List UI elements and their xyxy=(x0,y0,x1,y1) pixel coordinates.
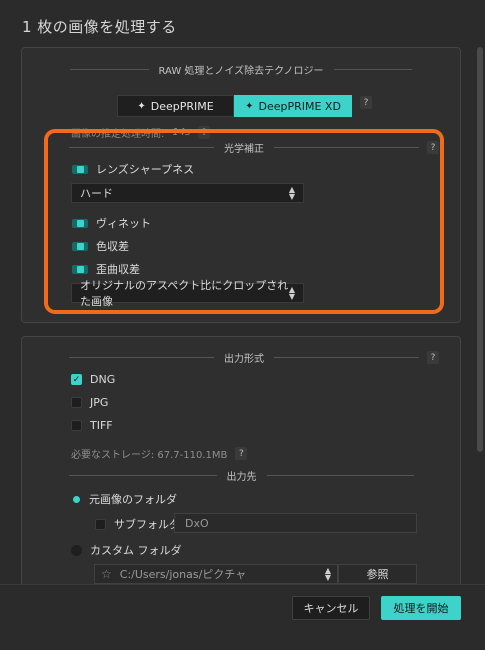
sharpness-select[interactable]: ハード ▲ ▼ xyxy=(71,183,304,203)
output-section-header: 出力形式 ? xyxy=(69,350,439,365)
estimate-value: 14s xyxy=(172,127,191,138)
optics-section-header: 光学補正 ? xyxy=(69,140,439,155)
format-tiff-label: TIFF xyxy=(90,419,113,432)
sparkle-icon: ✦ xyxy=(137,100,146,112)
format-jpg-checkbox[interactable] xyxy=(71,397,82,408)
raw-help-icon[interactable]: ? xyxy=(360,96,372,109)
subfolder-row[interactable]: サブフォルダ xyxy=(95,516,180,532)
browse-label: 参照 xyxy=(366,568,389,581)
chromatic-label: 色収差 xyxy=(96,240,129,253)
estimate-help-icon[interactable]: ? xyxy=(198,126,211,139)
format-dng-checkbox[interactable]: ✓ xyxy=(71,374,82,385)
storage-info: 必要なストレージ: 67.7-110.1MB ? xyxy=(71,446,248,461)
updown-arrows-icon: ▲ ▼ xyxy=(288,185,295,201)
dest-original-label: 元画像のフォルダ xyxy=(89,493,177,506)
sharpness-label: レンズシャープネス xyxy=(96,163,195,176)
subfolder-checkbox[interactable] xyxy=(95,518,106,530)
cancel-button[interactable]: キャンセル xyxy=(292,596,370,620)
subfolder-input-text: DxO xyxy=(185,516,209,530)
mode-deepprime-button[interactable]: ✦ DeepPRIME xyxy=(117,95,234,117)
dialog-title: 1 枚の画像を処理する xyxy=(22,18,177,36)
updown-arrows-icon: ▲ ▼ xyxy=(288,285,295,301)
raw-section-title: RAW 処理とノイズ除去テクノロジー xyxy=(158,66,324,77)
updown-arrows-icon: ▲ ▼ xyxy=(324,566,331,582)
format-dng-row[interactable]: ✓ DNG xyxy=(71,373,115,386)
vignetting-toggle-row[interactable]: ヴィネット xyxy=(72,215,151,231)
crop-select[interactable]: オリジナルのアスペクト比にクロップされた画像 ▲ ▼ xyxy=(71,279,304,308)
storage-label: 必要なストレージ: 67.7-110.1MB xyxy=(71,450,228,461)
custom-path-value: C:/Users/jonas/ピクチャ xyxy=(119,568,247,581)
distortion-label: 歪曲収差 xyxy=(96,263,140,276)
optics-section-title: 光学補正 xyxy=(224,144,264,155)
dest-original-radio[interactable] xyxy=(73,495,80,503)
vertical-scrollbar[interactable] xyxy=(477,47,483,452)
mode-deepprime-xd-button[interactable]: ✦ DeepPRIME XD xyxy=(234,95,352,117)
mode-deepprime-xd-label: DeepPRIME XD xyxy=(258,99,341,113)
output-section-title: 出力形式 xyxy=(224,354,264,365)
custom-path-select[interactable]: ☆ C:/Users/jonas/ピクチャ ▲ ▼ xyxy=(94,564,338,584)
sparkle-icon: ✦ xyxy=(245,100,254,112)
format-jpg-label: JPG xyxy=(90,396,109,409)
dest-custom-radio[interactable] xyxy=(71,544,82,556)
dest-custom-row[interactable]: カスタム フォルダ xyxy=(71,542,182,558)
dest-original-row[interactable]: 元画像のフォルダ xyxy=(72,491,177,507)
raw-section-header: RAW 処理とノイズ除去テクノロジー xyxy=(70,62,413,77)
sharpness-toggle[interactable] xyxy=(72,164,88,174)
subfolder-input[interactable]: DxO xyxy=(174,513,417,533)
sharpness-toggle-row[interactable]: レンズシャープネス xyxy=(72,161,194,177)
footer-divider xyxy=(0,584,485,585)
output-help-icon[interactable]: ? xyxy=(427,351,439,364)
subfolder-label: サブフォルダ xyxy=(114,518,180,531)
destination-section-title: 出力先 xyxy=(226,472,257,483)
optics-help-icon[interactable]: ? xyxy=(427,141,439,154)
crop-value: オリジナルのアスペクト比にクロップされた画像 xyxy=(80,279,289,308)
browse-button[interactable]: 参照 xyxy=(338,564,417,584)
vignetting-label: ヴィネット xyxy=(96,217,151,230)
vignetting-toggle[interactable] xyxy=(72,218,88,228)
estimate-time: 画像の推定処理時間: 14s ? xyxy=(71,125,211,140)
format-tiff-row[interactable]: TIFF xyxy=(71,419,113,432)
sharpness-value: ハード xyxy=(80,187,113,200)
start-processing-button[interactable]: 処理を開始 xyxy=(381,596,461,620)
dest-custom-label: カスタム フォルダ xyxy=(90,544,182,557)
destination-section-header: 出力先 xyxy=(69,468,414,483)
chromatic-toggle[interactable] xyxy=(72,241,88,251)
format-jpg-row[interactable]: JPG xyxy=(71,396,108,409)
star-icon[interactable]: ☆ xyxy=(101,567,112,581)
mode-deepprime-label: DeepPRIME xyxy=(150,99,214,113)
storage-help-icon[interactable]: ? xyxy=(235,447,248,460)
distortion-toggle-row[interactable]: 歪曲収差 xyxy=(72,261,140,277)
format-dng-label: DNG xyxy=(90,373,116,386)
estimate-label: 画像の推定処理時間: xyxy=(71,129,165,140)
distortion-toggle[interactable] xyxy=(72,264,88,274)
settings-scroll-area[interactable]: RAW 処理とノイズ除去テクノロジー ✦ DeepPRIME ✦ DeepPRI… xyxy=(0,40,485,584)
format-tiff-checkbox[interactable] xyxy=(71,420,82,431)
chromatic-toggle-row[interactable]: 色収差 xyxy=(72,238,129,254)
